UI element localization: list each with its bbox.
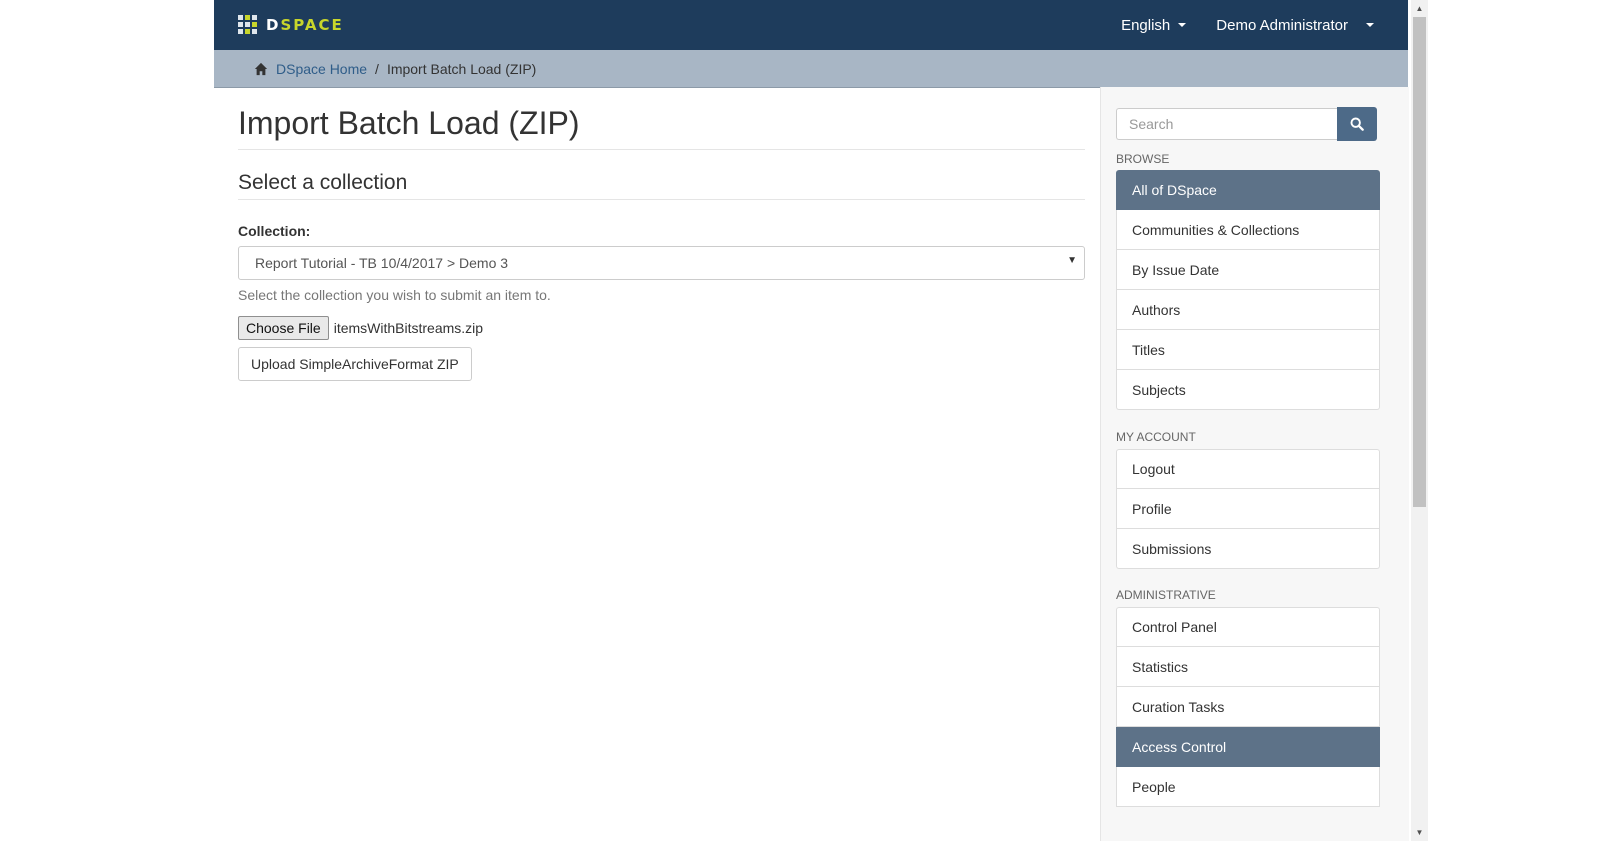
search-button[interactable] <box>1337 107 1377 141</box>
navbar-right: English Demo Administrator <box>1121 0 1374 50</box>
browse-item-communities-collections[interactable]: Communities & Collections <box>1116 210 1380 250</box>
browse-list: All of DSpace Communities & Collections … <box>1116 170 1380 410</box>
breadcrumb: DSpace Home / Import Batch Load (ZIP) <box>214 50 1408 88</box>
search-form <box>1116 107 1380 142</box>
browse-item-subjects[interactable]: Subjects <box>1116 370 1380 410</box>
vertical-scrollbar[interactable]: ▲ ▼ <box>1411 0 1428 841</box>
admin-item-access-control[interactable]: Access Control <box>1116 727 1380 767</box>
dspace-logo-icon <box>238 15 258 35</box>
user-name: Demo Administrator <box>1216 16 1348 34</box>
caret-down-icon <box>1178 23 1187 27</box>
breadcrumb-home-label: DSpace Home <box>276 60 368 77</box>
my-account-heading: MY ACCOUNT <box>1116 430 1196 444</box>
upload-zip-button[interactable]: Upload SimpleArchiveFormat ZIP <box>238 347 472 381</box>
section-divider <box>238 199 1085 200</box>
account-item-logout[interactable]: Logout <box>1116 449 1380 489</box>
page: DSPACE English Demo Administrator DSpace… <box>214 0 1409 841</box>
browse-item-titles[interactable]: Titles <box>1116 330 1380 370</box>
account-item-submissions[interactable]: Submissions <box>1116 529 1380 569</box>
collection-select-value: Report Tutorial - TB 10/4/2017 > Demo 3 <box>255 255 509 271</box>
admin-item-curation-tasks[interactable]: Curation Tasks <box>1116 687 1380 727</box>
choose-file-button[interactable]: Choose File <box>238 316 329 340</box>
section-heading: Select a collection <box>238 171 408 194</box>
collection-label: Collection: <box>238 223 311 239</box>
admin-item-control-panel[interactable]: Control Panel <box>1116 607 1380 647</box>
home-icon <box>254 62 268 75</box>
collection-select[interactable]: Report Tutorial - TB 10/4/2017 > Demo 3 … <box>238 246 1085 280</box>
browse-heading: BROWSE <box>1116 152 1170 166</box>
top-navbar: DSPACE English Demo Administrator <box>214 0 1408 50</box>
browse-item-all-of-dspace[interactable]: All of DSpace <box>1116 170 1380 210</box>
account-list: Logout Profile Submissions <box>1116 449 1380 569</box>
language-dropdown[interactable]: English <box>1121 16 1187 34</box>
account-item-profile[interactable]: Profile <box>1116 489 1380 529</box>
breadcrumb-current: Import Batch Load (ZIP) <box>386 60 537 77</box>
language-label: English <box>1121 16 1171 34</box>
caret-down-icon <box>1366 23 1374 27</box>
logo-text: DSPACE <box>266 16 344 34</box>
scrollbar-thumb[interactable] <box>1413 17 1426 507</box>
title-divider <box>238 149 1085 150</box>
administrative-heading: ADMINISTRATIVE <box>1116 588 1216 602</box>
browse-item-by-issue-date[interactable]: By Issue Date <box>1116 250 1380 290</box>
scroll-down-arrow-icon[interactable]: ▼ <box>1411 824 1428 841</box>
admin-item-statistics[interactable]: Statistics <box>1116 647 1380 687</box>
admin-list: Control Panel Statistics Curation Tasks … <box>1116 607 1380 807</box>
dspace-logo[interactable]: DSPACE <box>238 14 344 36</box>
scroll-up-arrow-icon[interactable]: ▲ <box>1411 0 1428 17</box>
file-input: Choose File itemsWithBitstreams.zip <box>238 316 483 340</box>
dropdown-arrow-icon: ▼ <box>1067 255 1077 266</box>
admin-item-people[interactable]: People <box>1116 767 1380 807</box>
user-menu-dropdown[interactable]: Demo Administrator <box>1216 17 1374 34</box>
page-title: Import Batch Load (ZIP) <box>238 105 580 141</box>
collection-help-text: Select the collection you wish to submit… <box>238 287 551 303</box>
search-icon <box>1350 117 1364 131</box>
breadcrumb-home-link[interactable]: DSpace Home <box>254 61 367 77</box>
breadcrumb-separator: / <box>375 60 379 77</box>
search-input[interactable] <box>1116 108 1337 140</box>
sidebar: BROWSE All of DSpace Communities & Colle… <box>1100 87 1409 841</box>
browse-item-authors[interactable]: Authors <box>1116 290 1380 330</box>
selected-file-name: itemsWithBitstreams.zip <box>333 320 484 336</box>
